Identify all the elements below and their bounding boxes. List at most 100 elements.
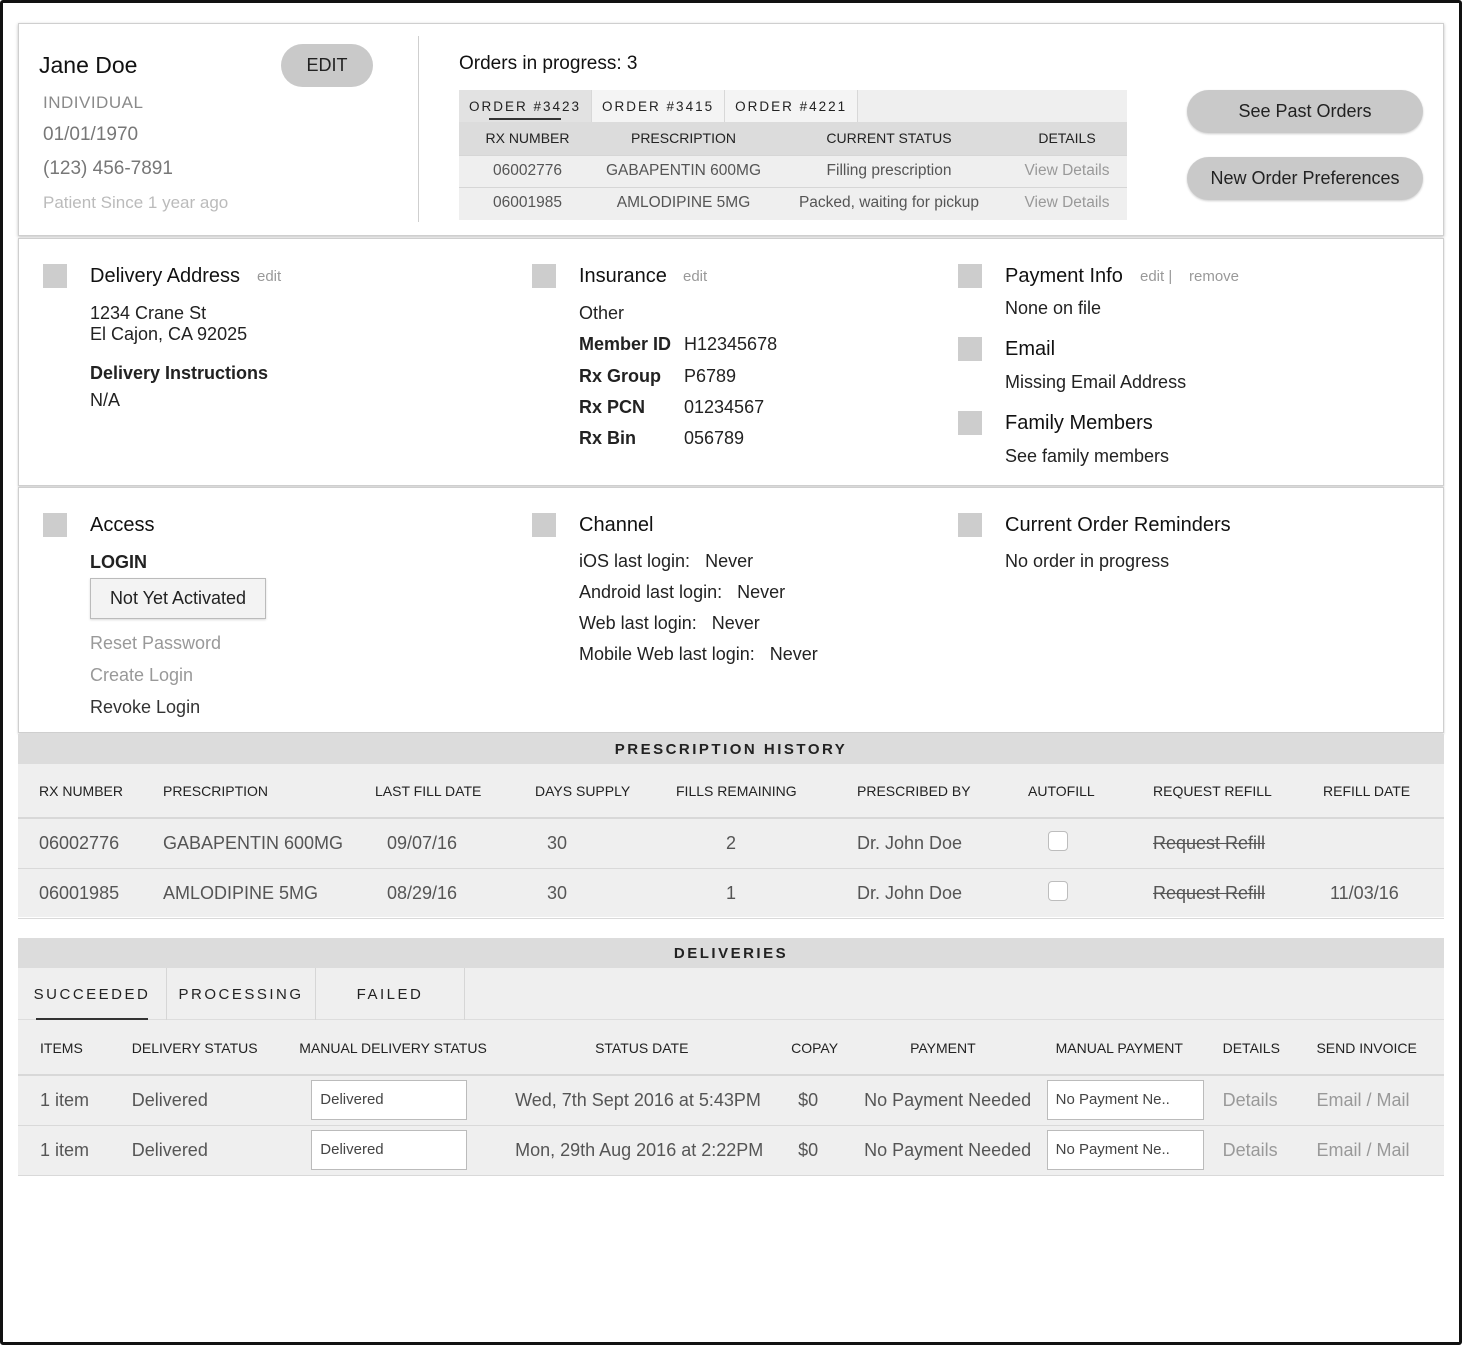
col-rx-number: RX NUMBER bbox=[18, 764, 142, 819]
col-items: ITEMS bbox=[18, 1021, 110, 1076]
email-title: Email bbox=[1005, 338, 1056, 360]
manual-payment-cell: No Payment Ne.. bbox=[1038, 1075, 1205, 1126]
tab-failed[interactable]: FAILED bbox=[316, 968, 465, 1020]
autofill-checkbox[interactable] bbox=[1048, 830, 1068, 851]
refill-date: 11/03/16 bbox=[1302, 868, 1444, 919]
manual-payment-field[interactable]: No Payment Ne.. bbox=[1046, 1080, 1204, 1121]
email-icon bbox=[958, 337, 982, 361]
new-order-preferences-button[interactable]: New Order Preferences bbox=[1187, 157, 1423, 200]
payment-remove-link[interactable]: remove bbox=[1189, 268, 1239, 285]
header-divider bbox=[418, 36, 419, 222]
insurance-icon bbox=[532, 264, 556, 288]
account-details-panel: Delivery Address edit 1234 Crane St El C… bbox=[18, 238, 1444, 486]
view-details-link[interactable]: View Details bbox=[1007, 154, 1127, 187]
order-reminders-title: Current Order Reminders bbox=[1005, 514, 1231, 536]
col-manual-delivery-status: MANUAL DELIVERY STATUS bbox=[277, 1021, 496, 1076]
manual-payment-field[interactable]: No Payment Ne.. bbox=[1046, 1130, 1204, 1170]
col-status-date: STATUS DATE bbox=[495, 1021, 779, 1076]
insurance-edit-link[interactable]: edit bbox=[683, 268, 707, 285]
col-payment: PAYMENT bbox=[839, 1021, 1039, 1076]
days-supply: 30 bbox=[514, 818, 655, 869]
col-fills-remaining: FILLS REMAINING bbox=[655, 764, 836, 819]
prescription: GABAPENTIN 600MG bbox=[142, 818, 354, 869]
channel-value: Never bbox=[711, 613, 760, 633]
days-supply: 30 bbox=[514, 868, 655, 919]
tab-order-3415[interactable]: ORDER #3415 bbox=[592, 90, 726, 122]
autofill-checkbox[interactable] bbox=[1048, 880, 1068, 901]
send-invoice-link[interactable]: Email / Mail bbox=[1298, 1125, 1444, 1176]
items: 1 item bbox=[18, 1125, 110, 1176]
create-login-link[interactable]: Create Login bbox=[90, 665, 193, 686]
patient-type: INDIVIDUAL bbox=[43, 93, 144, 112]
orders-table: RX NUMBER PRESCRIPTION CURRENT STATUS DE… bbox=[459, 122, 1127, 219]
access-title: Access bbox=[90, 514, 155, 536]
payment-info-icon bbox=[958, 264, 982, 288]
member-id-value: H12345678 bbox=[684, 334, 778, 354]
prescription: GABAPENTIN 600MG bbox=[596, 154, 771, 187]
orders-box: ORDER #3423 ORDER #3415 ORDER #4221 RX N… bbox=[459, 90, 1127, 220]
prescription: AMLODIPINE 5MG bbox=[596, 186, 771, 219]
see-family-members-link[interactable]: See family members bbox=[1005, 446, 1169, 467]
col-manual-payment: MANUAL PAYMENT bbox=[1038, 1021, 1205, 1076]
tab-order-3423[interactable]: ORDER #3423 bbox=[459, 90, 593, 122]
delivery-instructions-label: Delivery Instructions bbox=[90, 363, 269, 383]
rx-number: 06002776 bbox=[459, 154, 596, 187]
delivery-status: Delivered bbox=[109, 1075, 278, 1126]
address-line-2: El Cajon, CA 92025 bbox=[90, 324, 248, 344]
channel-item: Web last login: Never bbox=[579, 613, 760, 634]
tab-processing[interactable]: PROCESSING bbox=[167, 968, 316, 1020]
col-current-status: CURRENT STATUS bbox=[771, 122, 1007, 155]
patient-dob: 01/01/1970 bbox=[43, 124, 139, 145]
manual-delivery-status-cell: Delivered bbox=[277, 1075, 496, 1126]
fills-remaining: 2 bbox=[655, 818, 836, 869]
prescription-history-table: RX NUMBER PRESCRIPTION LAST FILL DATE DA… bbox=[18, 764, 1444, 919]
channel-value: Never bbox=[737, 582, 786, 602]
tab-order-4221[interactable]: ORDER #4221 bbox=[725, 90, 859, 122]
deliveries-tabs: SUCCEEDED PROCESSING FAILED bbox=[18, 968, 1444, 1020]
table-row: 06002776 GABAPENTIN 600MG 09/07/16 30 2 … bbox=[18, 818, 1444, 869]
channel-title: Channel bbox=[579, 514, 654, 536]
revoke-login-link[interactable]: Revoke Login bbox=[90, 697, 200, 718]
table-row: 1 item Delivered Delivered Wed, 7th Sept… bbox=[18, 1075, 1444, 1126]
delivery-instructions-value: N/A bbox=[90, 390, 121, 410]
send-invoice-link[interactable]: Email / Mail bbox=[1298, 1075, 1444, 1126]
access-icon bbox=[43, 513, 67, 537]
details-link[interactable]: Details bbox=[1204, 1075, 1299, 1126]
orders-table-header: RX NUMBER PRESCRIPTION CURRENT STATUS DE… bbox=[459, 122, 1127, 155]
request-refill-link[interactable]: Request Refill bbox=[1132, 868, 1302, 919]
orders-in-progress-title: Orders in progress: 3 bbox=[459, 53, 638, 74]
prescription: AMLODIPINE 5MG bbox=[142, 868, 354, 919]
col-refill-date: REFILL DATE bbox=[1302, 764, 1444, 819]
channel-label: iOS last login: bbox=[579, 551, 691, 571]
delivery-address-edit-link[interactable]: edit bbox=[257, 268, 281, 285]
edit-patient-button[interactable]: EDIT bbox=[281, 44, 373, 87]
delivery-status: Delivered bbox=[109, 1125, 278, 1176]
channel-item: iOS last login: Never bbox=[579, 551, 753, 572]
delivery-address-title: Delivery Address bbox=[90, 265, 241, 287]
col-days-supply: DAYS SUPPLY bbox=[514, 764, 655, 819]
see-past-orders-button[interactable]: See Past Orders bbox=[1187, 90, 1423, 133]
address-line-1: 1234 Crane St bbox=[90, 303, 207, 323]
manual-delivery-status-field[interactable]: Delivered bbox=[311, 1130, 468, 1170]
login-status-button[interactable]: Not Yet Activated bbox=[90, 578, 266, 619]
rx-bin-value: 056789 bbox=[684, 428, 745, 448]
last-fill-date: 08/29/16 bbox=[354, 868, 514, 919]
request-refill-link[interactable]: Request Refill bbox=[1132, 818, 1302, 869]
manual-delivery-status-cell: Delivered bbox=[277, 1125, 496, 1176]
copay: $0 bbox=[778, 1075, 840, 1126]
items: 1 item bbox=[18, 1075, 110, 1126]
table-row: 06001985 AMLODIPINE 5MG 08/29/16 30 1 Dr… bbox=[18, 868, 1444, 919]
reset-password-link[interactable]: Reset Password bbox=[90, 633, 221, 654]
col-last-fill-date: LAST FILL DATE bbox=[354, 764, 514, 819]
details-link[interactable]: Details bbox=[1204, 1125, 1299, 1176]
view-details-link[interactable]: View Details bbox=[1007, 186, 1127, 219]
order-reminders-icon bbox=[958, 513, 982, 537]
col-delivery-status: DELIVERY STATUS bbox=[109, 1021, 278, 1076]
manual-delivery-status-field[interactable]: Delivered bbox=[311, 1080, 468, 1121]
deliveries-table: ITEMS DELIVERY STATUS MANUAL DELIVERY ST… bbox=[18, 1021, 1444, 1176]
autofill-cell bbox=[1007, 868, 1132, 919]
payment-edit-link[interactable]: edit | bbox=[1140, 268, 1172, 285]
prescription-history-header: RX NUMBER PRESCRIPTION LAST FILL DATE DA… bbox=[18, 764, 1444, 819]
rx-number: 06002776 bbox=[18, 818, 142, 869]
tab-succeeded[interactable]: SUCCEEDED bbox=[18, 968, 167, 1020]
